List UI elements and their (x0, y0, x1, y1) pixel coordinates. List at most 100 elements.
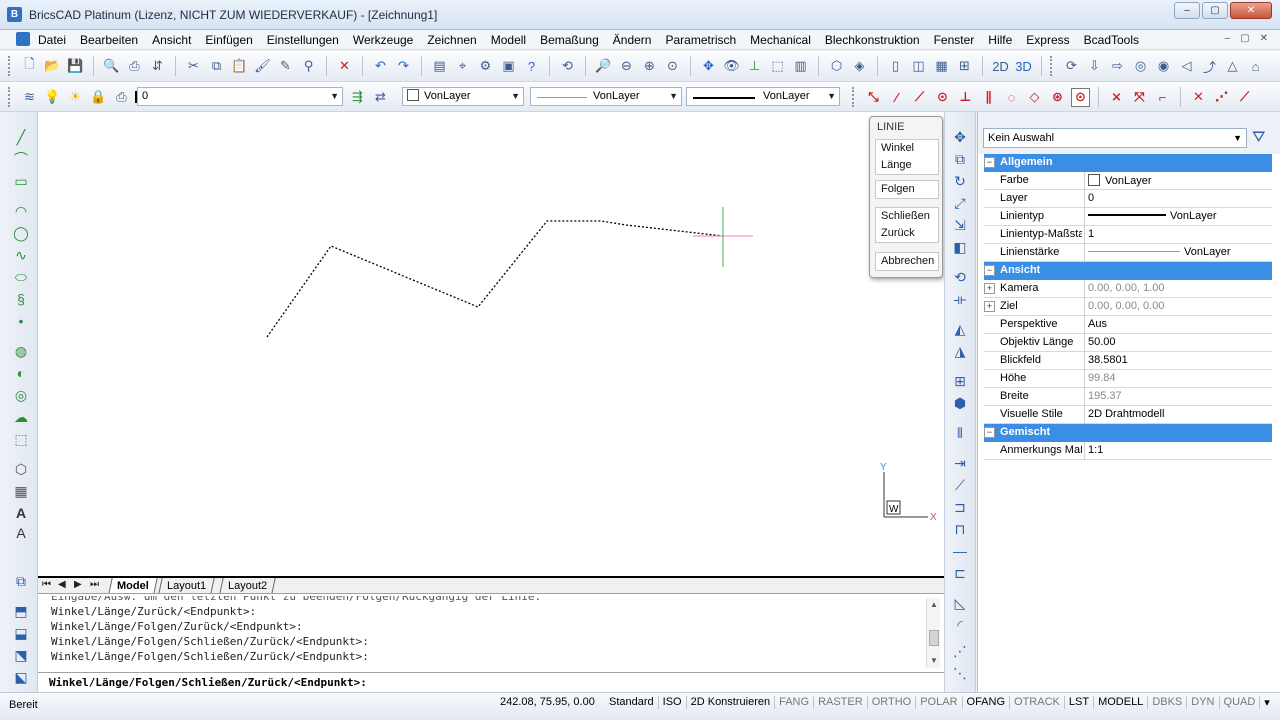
menu-bemassung[interactable]: Bemaßung (540, 33, 599, 47)
first-tab-icon[interactable]: ⏮ (42, 579, 51, 590)
minimize-button[interactable]: – (1174, 2, 1200, 19)
menu-aendern[interactable]: Ändern (613, 33, 652, 47)
arc-icon[interactable]: ◠ (12, 202, 30, 220)
render-icon[interactable]: ◈ (850, 57, 869, 76)
help-icon[interactable]: ? (522, 57, 541, 76)
snap-apparent-icon[interactable]: ⨯ (1107, 88, 1126, 107)
layer-manager-icon[interactable]: ≋ (20, 88, 39, 107)
menu-einfuegen[interactable]: Einfügen (205, 33, 252, 47)
category-allgemein[interactable]: − Allgemein (984, 154, 1272, 172)
tab-layout2[interactable]: Layout2 (219, 578, 276, 594)
menu-mechanical[interactable]: Mechanical (750, 33, 811, 47)
scrollbar-thumb[interactable] (929, 630, 939, 646)
layer-off-icon[interactable]: ⬓ (12, 624, 30, 642)
lineweight-select[interactable]: VonLayer ▼ (686, 87, 840, 106)
snap-toolbar-grip[interactable] (852, 87, 856, 107)
divide-icon[interactable]: ⋰ (951, 642, 969, 660)
wipeout-icon[interactable]: ⬚ (12, 430, 30, 448)
snap-insertion-icon[interactable]: ⊛ (1048, 88, 1067, 107)
open-file-icon[interactable]: 📂 (43, 57, 62, 76)
status-fang[interactable]: FANG (775, 696, 815, 709)
freehand-icon[interactable]: § (12, 290, 30, 308)
status-raster[interactable]: RASTER (814, 696, 868, 709)
prompt-option-schliessen[interactable]: Schließen (876, 208, 938, 225)
scale-icon[interactable]: ⤢ (951, 194, 969, 212)
layer-states-icon[interactable]: ⇄ (371, 87, 390, 106)
table-icon[interactable]: ▦ (12, 482, 30, 500)
extend-icon[interactable]: ⇥ (951, 454, 969, 472)
next-tab-icon[interactable]: ▶ (74, 579, 82, 590)
snap-endpoint-icon[interactable]: ⤡ (864, 88, 883, 107)
menu-datei[interactable]: Datei (38, 33, 66, 47)
status-workspace[interactable]: 2D Konstruieren (687, 696, 776, 709)
measure-icon[interactable]: ⋱ (951, 664, 969, 682)
rotate-3d-icon[interactable]: ⟲ (951, 268, 969, 286)
status-polar[interactable]: POLAR (916, 696, 963, 709)
drawing-svg[interactable]: W Y X (38, 112, 944, 576)
fillet-3d-icon[interactable]: ◮ (951, 342, 969, 360)
undo-icon[interactable]: ↶ (371, 57, 390, 76)
property-row[interactable]: Höhe 99.84 (984, 370, 1272, 388)
new-file-icon[interactable]: 🗋 (20, 56, 39, 76)
view-icon[interactable]: 👁 (722, 57, 741, 76)
zoom-realtime-icon[interactable]: 🔎 (594, 57, 613, 76)
status-quad[interactable]: QUAD (1220, 696, 1261, 709)
snap-quadrant-icon[interactable]: ◇ (1025, 88, 1044, 107)
close-button[interactable]: ✕ (1230, 2, 1272, 19)
property-row[interactable]: Farbe VonLayer (984, 172, 1272, 190)
status-dbks[interactable]: DBKS (1148, 696, 1188, 709)
selection-select[interactable]: Kein Auswahl ▼ (983, 128, 1247, 148)
publish-icon[interactable]: ⇵ (148, 57, 167, 76)
two-viewports-icon[interactable]: ◫ (909, 57, 928, 76)
lightbulb-icon[interactable]: 💡 (43, 88, 62, 107)
status-otrack[interactable]: OTRACK (1010, 696, 1065, 709)
toolbar-grip-2[interactable] (1050, 56, 1054, 76)
menu-werkzeuge[interactable]: Werkzeuge (353, 33, 413, 47)
doc-minimize-button[interactable]: – (1225, 33, 1231, 44)
status-ortho[interactable]: ORTHO (868, 696, 917, 709)
drawn-polyline[interactable] (266, 220, 724, 338)
paste-icon[interactable]: 📋 (230, 57, 249, 76)
lock-icon[interactable]: 🔒 (89, 88, 108, 107)
orbit-icon[interactable]: ⟳ (1062, 57, 1081, 76)
polyline-icon[interactable]: ⌒ (12, 150, 30, 168)
region-icon[interactable]: ◎ (12, 386, 30, 404)
document-icon[interactable] (16, 32, 30, 46)
line-icon[interactable]: ╱ (12, 128, 30, 146)
drawing-canvas[interactable]: W Y X (38, 112, 944, 576)
attach-icon[interactable]: ⚲ (299, 57, 318, 76)
explode-icon[interactable]: — (951, 542, 969, 560)
tab-layout1[interactable]: Layout1 (158, 578, 215, 594)
expand-icon[interactable]: + (984, 283, 995, 294)
snap-settings-icon[interactable]: ⟋ (1235, 88, 1254, 107)
status-dyn[interactable]: DYN (1187, 696, 1220, 709)
prev-tab-icon[interactable]: ◀ (58, 579, 66, 590)
tool-palette-icon[interactable]: ⚙ (476, 57, 495, 76)
property-row[interactable]: + Kamera 0.00, 0.00, 1.00 (984, 280, 1272, 298)
copy-object-icon[interactable]: ⧉ (951, 150, 969, 168)
single-viewport-icon[interactable]: ▯ (886, 57, 905, 76)
block-icon[interactable]: ⬡ (12, 460, 30, 478)
fillet-icon[interactable]: ◺ (951, 594, 969, 612)
menu-parametrisch[interactable]: Parametrisch (665, 33, 736, 47)
left-arrow-icon[interactable]: ◁ (1177, 57, 1196, 76)
menu-fenster[interactable]: Fenster (934, 33, 975, 47)
three-viewports-icon[interactable]: ▦ (932, 57, 951, 76)
command-scrollbar[interactable]: ▲ ▼ (926, 598, 940, 668)
layer-previous-icon[interactable]: ⇶ (348, 87, 367, 106)
command-input[interactable]: Winkel/Länge/Folgen/Schließen/Zurück/<En… (38, 672, 944, 692)
doc-close-button[interactable]: ✕ (1260, 33, 1268, 44)
doc-restore-button[interactable]: ▢ (1240, 33, 1249, 44)
swivel-icon[interactable]: ⤴ (1200, 57, 1219, 76)
fly-icon[interactable]: ⇨ (1108, 57, 1127, 76)
status-menu-icon[interactable]: ▾ (1260, 696, 1274, 709)
property-row[interactable]: + Ziel 0.00, 0.00, 0.00 (984, 298, 1272, 316)
camera-icon[interactable]: ⌂ (1246, 57, 1265, 76)
property-row[interactable]: Perspektive Aus (984, 316, 1272, 334)
property-row[interactable]: Breite 195.37 (984, 388, 1272, 406)
revcloud-icon[interactable]: ☁ (12, 408, 30, 426)
linetype-select[interactable]: VonLayer ▼ (530, 87, 682, 106)
properties-icon[interactable]: ▣ (499, 57, 518, 76)
status-lst[interactable]: LST (1065, 696, 1095, 709)
snap-center-icon[interactable]: ⊙ (933, 88, 952, 107)
